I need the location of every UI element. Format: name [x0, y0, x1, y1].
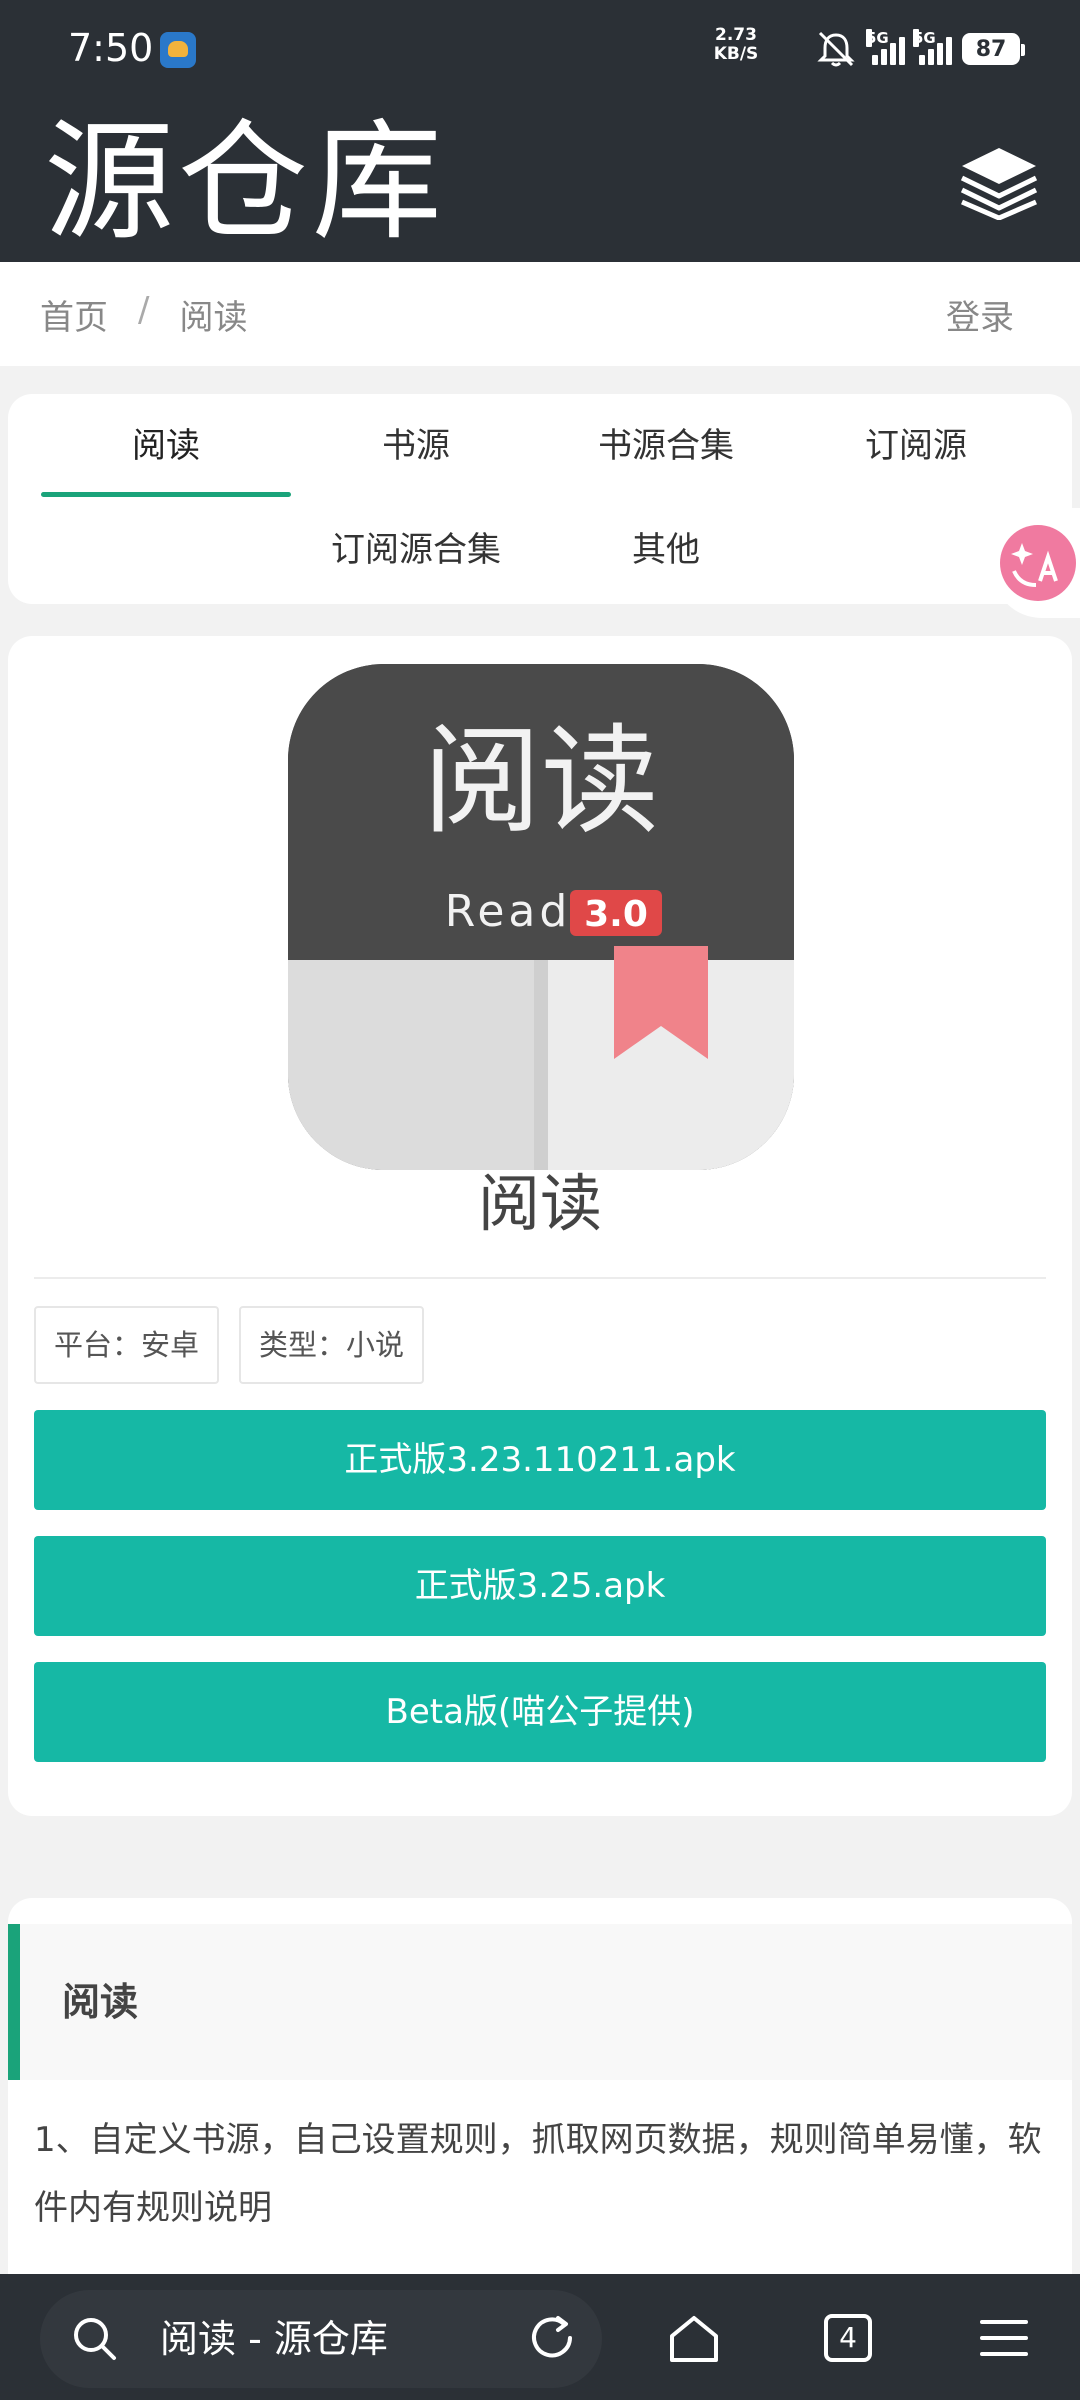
app-card: 阅读 Read 3.0 阅读 平台：安卓 类型：小说 正式版3.23.11021…: [8, 636, 1072, 1816]
address-bar[interactable]: 阅读 - 源仓库: [40, 2290, 602, 2388]
tab-subscription-collection[interactable]: 订阅源合集: [291, 520, 541, 580]
tab-subscription-source[interactable]: 订阅源: [791, 416, 1041, 476]
net-speed-unit: KB/S: [713, 44, 759, 64]
breadcrumb-current[interactable]: 阅读: [179, 290, 247, 339]
description-title: 阅读: [62, 1980, 139, 2024]
notification-app-icon: [160, 32, 196, 68]
net-speed-value: 2.73: [715, 25, 757, 45]
logo-read-text: Read: [445, 886, 572, 937]
address-text: 阅读 - 源仓库: [160, 2317, 388, 2361]
search-icon: [74, 2318, 116, 2360]
tab-read[interactable]: 阅读: [41, 416, 291, 476]
platform-tag: 平台：安卓: [34, 1306, 220, 1384]
tab-book-source[interactable]: 书源: [291, 416, 541, 476]
status-icons: 5G 5G 87: [814, 28, 1025, 70]
tab-book-source-collection[interactable]: 书源合集: [541, 416, 791, 476]
breadcrumb: 首页 / 阅读: [40, 290, 247, 339]
app-name: 阅读: [477, 1167, 602, 1240]
menu-icon[interactable]: [976, 2310, 1032, 2366]
description-card: 阅读 1、自定义书源，自己设置规则，抓取网页数据，规则简单易懂，软件内有规则说明: [8, 1898, 1072, 2278]
tab-other[interactable]: 其他: [541, 520, 791, 580]
tab-count: 4: [839, 2321, 857, 2354]
browser-bottom-bar: 阅读 - 源仓库 4: [0, 2274, 1080, 2400]
reload-icon[interactable]: [524, 2310, 580, 2366]
description-text: 1、自定义书源，自己设置规则，抓取网页数据，规则简单易懂，软件内有规则说明: [34, 2120, 1042, 2228]
signal-icon-2: 5G: [913, 29, 952, 65]
divider: [34, 1277, 1046, 1279]
app-logo: 阅读 Read 3.0: [288, 664, 794, 1170]
network-type-2: 5G: [913, 29, 936, 47]
category-tabs: 阅读 书源 书源合集 订阅源 订阅源合集 其他: [8, 394, 1072, 604]
description-header: 阅读: [8, 1924, 1072, 2080]
logo-version-text: 3.0: [584, 894, 648, 935]
breadcrumb-bar: 首页 / 阅读 登录: [0, 262, 1080, 366]
layers-icon[interactable]: [958, 144, 1040, 220]
translate-button[interactable]: [992, 508, 1080, 618]
breadcrumb-home[interactable]: 首页: [40, 290, 108, 339]
download-button-2[interactable]: 正式版3.25.apk: [34, 1536, 1046, 1636]
breadcrumb-separator: /: [138, 289, 150, 330]
network-type-1: 5G: [866, 29, 889, 47]
translate-icon: [1000, 525, 1076, 601]
download-button-beta[interactable]: Beta版(喵公子提供): [34, 1662, 1046, 1762]
top-header: 7:50 2.73 KB/S 5G 5G 87 源仓库: [0, 0, 1080, 262]
site-title: 源仓库: [44, 106, 447, 258]
download-button-1[interactable]: 正式版3.23.110211.apk: [34, 1410, 1046, 1510]
battery-icon: 87: [962, 33, 1025, 65]
type-tag: 类型：小说: [239, 1306, 425, 1384]
login-link[interactable]: 登录: [946, 290, 1014, 339]
status-time: 7:50: [68, 26, 154, 70]
network-speed: 2.73 KB/S: [712, 26, 760, 64]
signal-icon-1: 5G: [866, 29, 905, 65]
active-tab-indicator: [41, 492, 291, 497]
mute-bell-icon: [817, 31, 855, 67]
tabs-button[interactable]: 4: [820, 2310, 876, 2366]
home-icon[interactable]: [666, 2310, 722, 2366]
logo-title-text: 阅读: [423, 712, 659, 850]
